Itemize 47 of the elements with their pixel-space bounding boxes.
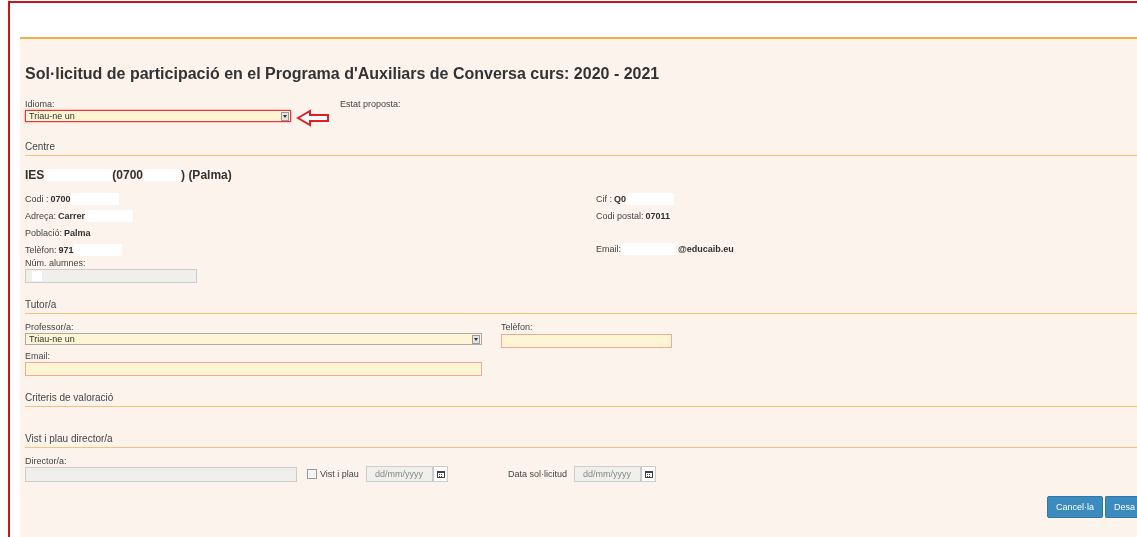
- arrow-icon: [296, 109, 330, 127]
- save-button[interactable]: Desa: [1105, 496, 1137, 518]
- field-value: Carrer: [58, 210, 86, 221]
- school-name: ) (Palma): [181, 168, 232, 182]
- field-label: Estat proposta:: [340, 99, 401, 110]
- field-label: Població:: [25, 227, 63, 238]
- section-heading: Tutor/a: [25, 299, 1137, 314]
- teacher-select[interactable]: Triau-ne un: [25, 333, 482, 345]
- phone-field[interactable]: [501, 334, 672, 348]
- field-value: Palma: [64, 227, 91, 238]
- section-heading: Criteris de valoració: [25, 392, 1137, 407]
- caret-icon: [474, 337, 478, 341]
- field-label: Adreça:: [25, 210, 57, 221]
- checkbox-label: Vist i plau: [320, 469, 359, 479]
- field-label: Telèfon:: [25, 244, 57, 255]
- field-label: Director/a:: [25, 456, 68, 467]
- calendar-button[interactable]: [641, 466, 656, 482]
- school-name: IES: [25, 168, 45, 182]
- email-field[interactable]: [25, 362, 482, 376]
- field-value: @educaib.eu: [678, 243, 734, 254]
- section-heading: Vist i plau director/a: [25, 433, 1137, 448]
- field-label: Codi postal:: [596, 210, 644, 221]
- field-label: Data sol·licitud: [508, 469, 568, 479]
- page-title: Sol·licitud de participació en el Programa d'Auxiliars de Conversa curs: 2020 - 2021: [25, 65, 661, 83]
- field-label: Telèfon:: [501, 322, 534, 333]
- cancel-button[interactable]: Cancel·la: [1046, 496, 1103, 518]
- section-heading: Centre: [25, 141, 1137, 156]
- field-value: 0700: [50, 193, 71, 204]
- field-label: Email:: [25, 351, 51, 362]
- field-value: 971: [58, 244, 74, 255]
- calendar-icon: [436, 470, 445, 478]
- field-label: Cif :: [596, 193, 612, 204]
- dropdown-button[interactable]: [472, 334, 480, 344]
- field-label: Codi :: [25, 193, 49, 204]
- calendar-button[interactable]: [433, 466, 448, 482]
- field-label: Email:: [596, 243, 621, 254]
- caret-icon: [283, 114, 287, 118]
- field-value: Q0: [614, 193, 627, 204]
- school-name: (0700: [112, 168, 144, 182]
- field-label: Idioma:: [25, 99, 56, 110]
- checkbox[interactable]: [307, 469, 317, 479]
- field-label: Professor/a:: [25, 322, 75, 333]
- field-value: 07011: [645, 210, 671, 221]
- calendar-icon: [644, 470, 653, 478]
- dropdown-button[interactable]: [281, 111, 289, 121]
- language-select[interactable]: Triau-ne un: [25, 110, 291, 122]
- field-label: Núm. alumnes:: [25, 258, 87, 269]
